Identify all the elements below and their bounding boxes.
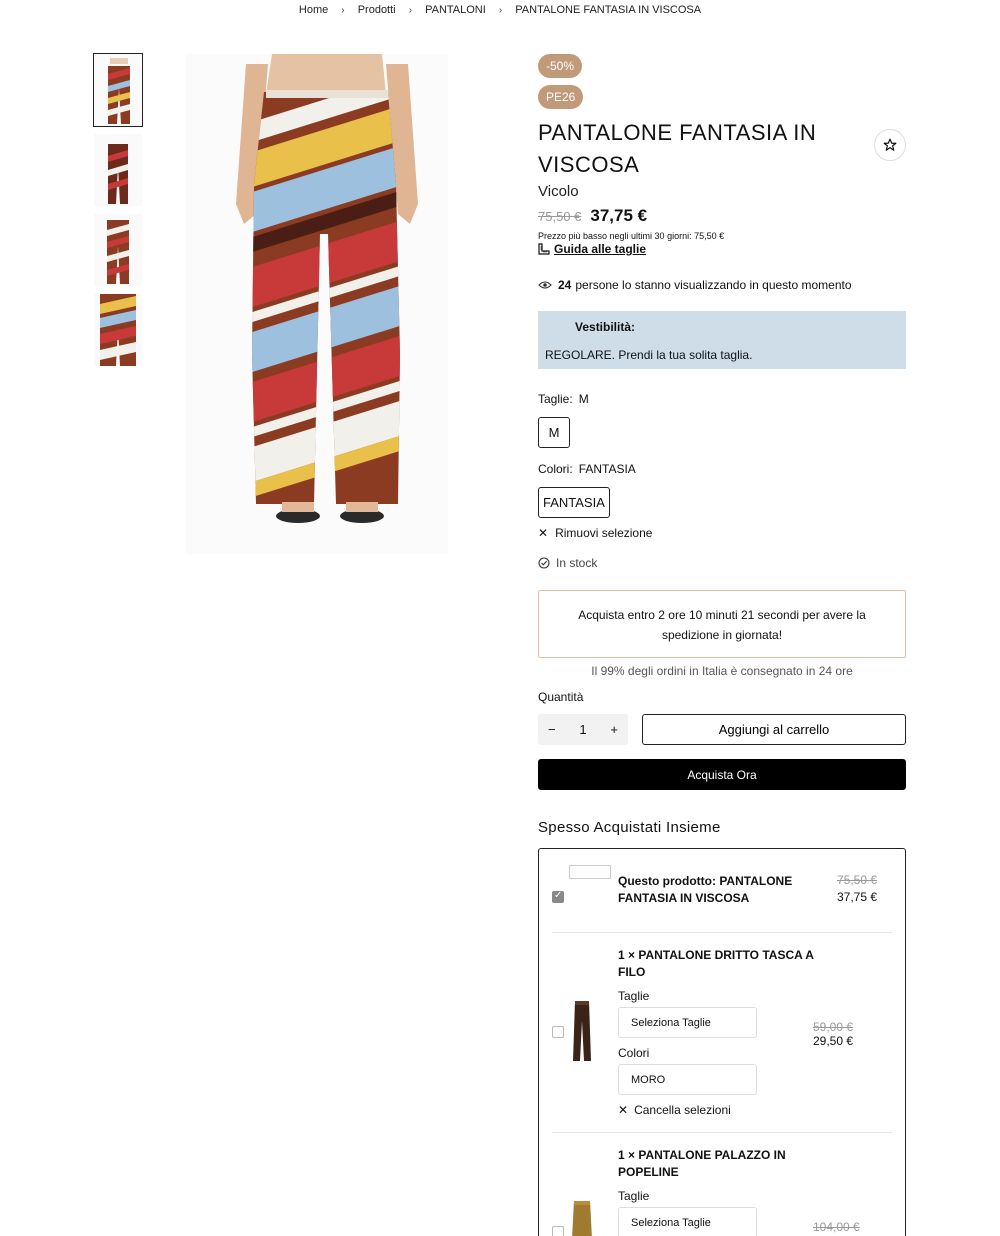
shipping-note: Il 99% degli ordini in Italia è consegna… bbox=[591, 664, 853, 678]
fbt-old-price: 59,00 € bbox=[813, 1020, 854, 1034]
size-label: Taglie: bbox=[538, 392, 573, 406]
size-field-label: Taglie bbox=[618, 1189, 650, 1203]
quantity-stepper: − 1 + bbox=[538, 714, 628, 745]
buy-row: − 1 + Aggiungi al carrello bbox=[538, 714, 906, 745]
fbt-new-price: 29,50 € bbox=[813, 1034, 854, 1048]
fbt-item-name[interactable]: 1 × PANTALONE PALAZZO IN POPELINE bbox=[618, 1147, 818, 1181]
fbt-item-price: 59,00 € 29,50 € bbox=[813, 1020, 853, 1048]
fit-label: Vestibilità: bbox=[575, 320, 636, 334]
color-label: Colori: bbox=[538, 462, 573, 476]
fbt-item-price: 104,00 € bbox=[813, 1220, 860, 1234]
chevron-right-icon: › bbox=[341, 5, 345, 16]
fbt-old-price: 104,00 € bbox=[813, 1220, 860, 1234]
fit-box: Vestibilità: REGOLARE. Prendi la tua sol… bbox=[538, 311, 906, 369]
color-option-label: Colori: FANTASIA bbox=[538, 462, 906, 476]
color-field-label: Colori bbox=[618, 1046, 650, 1060]
quantity-value[interactable]: 1 bbox=[579, 722, 586, 737]
thumbnail-2[interactable] bbox=[94, 134, 142, 206]
size-guide-label: Guida alle taglie bbox=[554, 242, 647, 256]
chevron-right-icon: › bbox=[408, 5, 413, 16]
size-select[interactable]: Seleziona Taglie bbox=[618, 1207, 757, 1236]
check-circle-icon bbox=[538, 557, 550, 569]
minus-icon[interactable]: − bbox=[548, 722, 556, 737]
lowest-price-note: Prezzo più basso negli ultimi 30 giorni:… bbox=[538, 231, 725, 241]
remove-selection-button[interactable]: ✕ Rimuovi selezione bbox=[538, 526, 906, 540]
buy-now-button[interactable]: Acquista Ora bbox=[538, 759, 906, 790]
price-row: 75,50 € 37,75 € bbox=[538, 206, 906, 226]
size-option-label: Taglie: M bbox=[538, 392, 906, 406]
size-guide-link[interactable]: Guida alle taglie bbox=[538, 242, 906, 256]
viewers-count: 24 bbox=[558, 278, 572, 292]
fbt-box: Questo prodotto: PANTALONE FANTASIA IN V… bbox=[538, 848, 906, 1236]
viewers-info: 24 persone lo stanno visualizzando in qu… bbox=[538, 278, 906, 292]
product-thumbnail[interactable] bbox=[569, 1199, 595, 1236]
shipping-countdown-box: Acquista entro 2 ore 10 minuti 21 second… bbox=[538, 590, 906, 658]
fbt-new-price: 37,75 € bbox=[837, 890, 878, 904]
color-selected-value: FANTASIA bbox=[578, 462, 636, 476]
chevron-right-icon: › bbox=[498, 5, 503, 16]
clear-selection-button[interactable]: ✕ Cancella selezioni bbox=[618, 1103, 731, 1117]
product-info: -50% PE26 PANTALONE FANTASIA IN VISCOSA … bbox=[538, 54, 906, 1236]
breadcrumb: Home › Prodotti › PANTALONI › PANTALONE … bbox=[0, 4, 1000, 16]
breadcrumb-current: PANTALONE FANTASIA IN VISCOSA bbox=[515, 4, 702, 16]
eye-icon bbox=[538, 281, 552, 289]
fbt-item: 1 × PANTALONE DRITTO TASCA A FILO Taglie… bbox=[552, 933, 892, 1133]
breadcrumb-products[interactable]: Prodotti bbox=[358, 4, 396, 16]
thumbnail-3[interactable] bbox=[94, 214, 142, 286]
thumbnail-1[interactable] bbox=[93, 53, 143, 127]
ruler-icon bbox=[538, 243, 550, 255]
breadcrumb-home[interactable]: Home bbox=[299, 4, 328, 16]
clear-selection-label: Cancella selezioni bbox=[634, 1103, 731, 1117]
season-badge: PE26 bbox=[538, 85, 584, 109]
fbt-item: 1 × PANTALONE PALAZZO IN POPELINE Taglie… bbox=[552, 1133, 892, 1236]
current-price: 37,75 € bbox=[590, 206, 648, 225]
thumbnail-4[interactable] bbox=[94, 294, 142, 366]
size-option-m[interactable]: M bbox=[538, 417, 570, 448]
size-selected-value: M bbox=[578, 392, 589, 406]
fit-description: REGOLARE. Prendi la tua solita taglia. bbox=[545, 348, 753, 362]
broken-image-icon bbox=[569, 865, 611, 879]
breadcrumb-category[interactable]: PANTALONI bbox=[425, 4, 486, 16]
fbt-old-price: 75,50 € bbox=[837, 873, 878, 887]
shipping-countdown: Acquista entro 2 ore 10 minuti 21 second… bbox=[578, 608, 866, 642]
fbt-item-checkbox[interactable] bbox=[552, 890, 564, 903]
wishlist-button[interactable] bbox=[874, 129, 906, 161]
main-product-image[interactable] bbox=[186, 54, 448, 554]
old-price: 75,50 € bbox=[538, 209, 582, 224]
fbt-item-name[interactable]: Questo prodotto: PANTALONE FANTASIA IN V… bbox=[618, 873, 818, 907]
size-field-label: Taglie bbox=[618, 989, 650, 1003]
fbt-item: Questo prodotto: PANTALONE FANTASIA IN V… bbox=[552, 849, 892, 933]
close-icon: ✕ bbox=[538, 526, 549, 540]
plus-icon[interactable]: + bbox=[610, 722, 618, 737]
thumbnail-list bbox=[93, 53, 143, 374]
discount-badge: -50% bbox=[538, 54, 583, 78]
product-brand[interactable]: Vicolo bbox=[538, 183, 906, 200]
size-select[interactable]: Seleziona Taglie bbox=[618, 1007, 757, 1038]
remove-selection-label: Rimuovi selezione bbox=[555, 526, 653, 540]
add-to-cart-button[interactable]: Aggiungi al carrello bbox=[642, 714, 906, 745]
fbt-item-price: 75,50 € 37,75 € bbox=[837, 873, 877, 904]
stock-label: In stock bbox=[556, 556, 598, 570]
fbt-title: Spesso Acquistati Insieme bbox=[538, 819, 721, 836]
product-thumbnail[interactable] bbox=[569, 999, 595, 1063]
stock-status: In stock bbox=[538, 556, 906, 570]
viewers-text: persone lo stanno visualizzando in quest… bbox=[575, 278, 852, 292]
product-title: PANTALONE FANTASIA IN VISCOSA bbox=[538, 120, 817, 177]
fbt-item-checkbox[interactable] bbox=[552, 1226, 564, 1236]
fbt-item-checkbox[interactable] bbox=[552, 1026, 564, 1038]
star-icon bbox=[883, 138, 897, 151]
color-select[interactable]: MORO bbox=[618, 1064, 757, 1095]
fbt-item-name[interactable]: 1 × PANTALONE DRITTO TASCA A FILO bbox=[618, 947, 818, 981]
color-option-fantasia[interactable]: FANTASIA bbox=[538, 487, 610, 518]
quantity-label: Quantità bbox=[538, 690, 584, 704]
close-icon: ✕ bbox=[618, 1103, 629, 1117]
